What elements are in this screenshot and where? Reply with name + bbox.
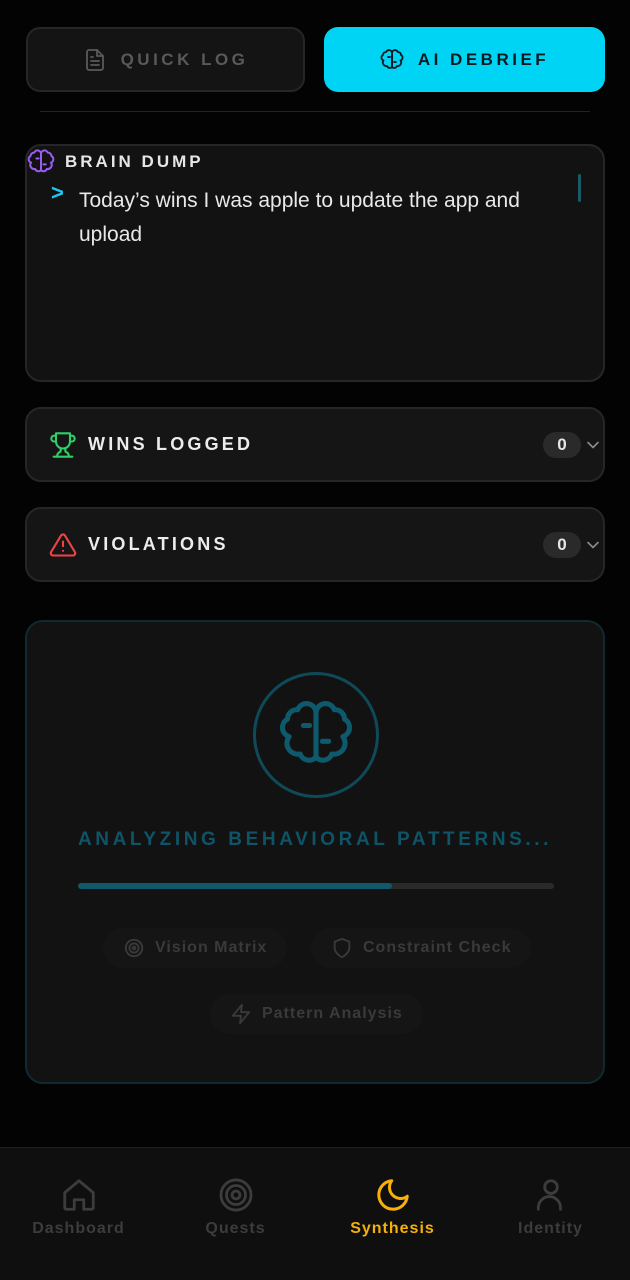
user-icon xyxy=(536,1179,562,1211)
nav-label: Synthesis xyxy=(350,1220,435,1237)
analysis-card: ANALYZING BEHAVIORAL PATTERNS... Vision … xyxy=(25,620,605,1084)
ai-debrief-label: AI DEBRIEF xyxy=(417,49,550,69)
lightning-icon xyxy=(231,1003,251,1025)
target-icon xyxy=(124,938,144,958)
brain-loader xyxy=(253,672,379,798)
wins-logged-title: WINS LOGGED xyxy=(88,434,254,454)
scrollbar[interactable] xyxy=(578,174,581,202)
ai-debrief-button[interactable]: AI DEBRIEF xyxy=(324,27,605,92)
chevron-down-icon xyxy=(587,541,599,548)
home-icon xyxy=(62,1179,95,1211)
chip-constraint-check: Constraint Check xyxy=(311,928,532,968)
nav-label: Identity xyxy=(518,1220,583,1237)
mode-toggle: QUICK LOG AI DEBRIEF xyxy=(26,27,605,93)
trophy-icon xyxy=(50,432,76,458)
wins-logged-accordion[interactable]: WINS LOGGED 0 xyxy=(25,407,605,482)
brain-dump-header: BRAIN DUMP xyxy=(27,148,204,176)
nav-item-synthesis[interactable]: Synthesis xyxy=(314,1176,471,1238)
brain-icon xyxy=(27,149,55,173)
chip-label: Pattern Analysis xyxy=(262,1005,403,1022)
chevron-down-icon xyxy=(587,441,599,448)
violations-accordion[interactable]: VIOLATIONS 0 xyxy=(25,507,605,582)
brain-dump-textarea[interactable]: Today’s wins I was apple to update the a… xyxy=(79,184,579,252)
target-icon xyxy=(219,1178,252,1212)
chip-label: Constraint Check xyxy=(363,939,512,956)
chip-pattern-analysis: Pattern Analysis xyxy=(210,994,423,1034)
divider xyxy=(40,111,590,112)
document-icon xyxy=(85,48,104,71)
brain-dump-title: BRAIN DUMP xyxy=(65,152,204,171)
quick-log-button[interactable]: QUICK LOG xyxy=(26,27,305,92)
analysis-status: ANALYZING BEHAVIORAL PATTERNS... xyxy=(77,829,553,850)
prompt-caret: > xyxy=(51,180,64,205)
quick-log-label: QUICK LOG xyxy=(120,49,249,69)
nav-item-quests[interactable]: Quests xyxy=(157,1176,314,1238)
shield-icon xyxy=(333,937,351,959)
violations-count-badge: 0 xyxy=(543,531,581,558)
nav-item-identity[interactable]: Identity xyxy=(472,1176,629,1238)
nav-label: Dashboard xyxy=(32,1220,125,1237)
wins-count-badge: 0 xyxy=(543,431,581,458)
violations-title: VIOLATIONS xyxy=(88,534,229,554)
brain-icon xyxy=(380,48,404,69)
nav-label: Quests xyxy=(205,1220,266,1237)
alert-triangle-icon xyxy=(49,533,77,557)
nav-item-dashboard[interactable]: Dashboard xyxy=(0,1176,157,1238)
brain-icon xyxy=(279,701,353,763)
analysis-progress-bar xyxy=(78,883,554,889)
chip-label: Vision Matrix xyxy=(155,939,268,956)
brain-dump-panel[interactable]: BRAIN DUMP > Today’s wins I was apple to… xyxy=(25,144,605,382)
chip-vision-matrix: Vision Matrix xyxy=(103,928,288,968)
moon-icon xyxy=(376,1179,409,1211)
analysis-progress-fill xyxy=(78,883,393,889)
bottom-nav: Dashboard Quests Synthesis Identity xyxy=(0,1147,630,1280)
